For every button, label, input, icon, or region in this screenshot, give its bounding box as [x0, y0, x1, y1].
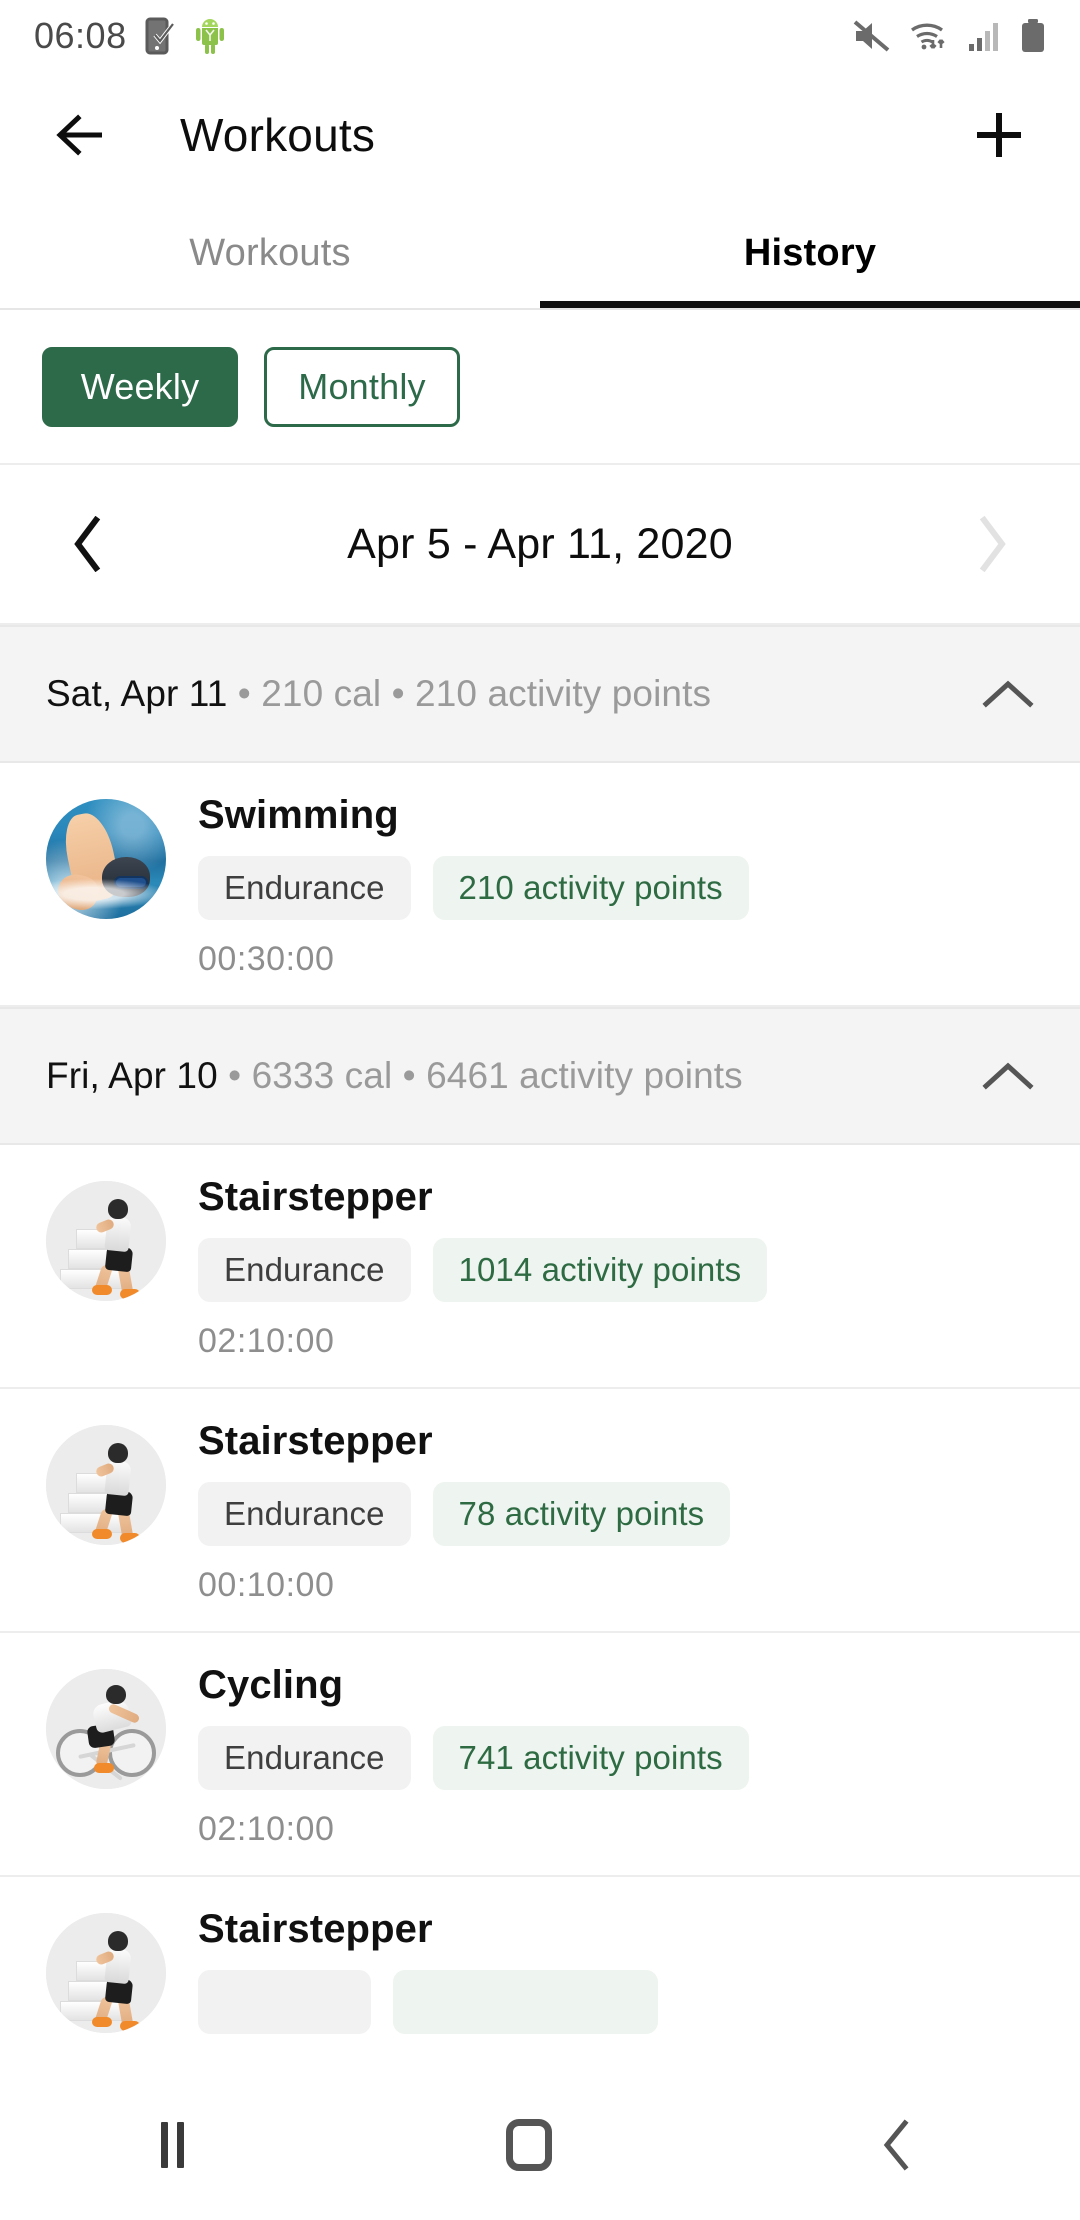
- figure-head: [108, 1931, 128, 1951]
- avatar: [46, 1913, 166, 2033]
- bicycle-wheel: [108, 1729, 156, 1777]
- workout-points-chip: 741 activity points: [432, 1726, 749, 1790]
- workout-name: Cycling: [198, 1663, 344, 1707]
- wifi-icon: [911, 23, 945, 50]
- day-header-date: Fri, Apr 10: [46, 1055, 218, 1096]
- avatar: [46, 1181, 166, 1301]
- workout-points-chip: 1014 activity points: [432, 1238, 768, 1302]
- workout-chips: Endurance 741 activity points: [198, 1726, 1034, 1790]
- day-header-date: Sat, Apr 11: [46, 673, 228, 714]
- status-bar-clock: 06:08: [34, 15, 127, 56]
- filter-monthly-button[interactable]: Monthly: [264, 346, 460, 427]
- period-filter-bar: Weekly Monthly: [0, 310, 1080, 465]
- figure-shoe: [92, 1529, 112, 1539]
- workout-type-chip: Endurance: [198, 856, 411, 920]
- day-header-text: Fri, Apr 10 • 6333 cal • 6461 activity p…: [46, 1055, 743, 1097]
- figure-shoe: [94, 1763, 114, 1773]
- chevron-up-icon: [982, 680, 1034, 708]
- workout-chips: Endurance 210 activity points: [198, 856, 1034, 920]
- battery-icon: [1022, 19, 1044, 52]
- figure-shoe: [92, 1285, 112, 1295]
- workout-details: Stairstepper Endurance 78 activity point…: [198, 1419, 1034, 1605]
- workout-points-chip: 78 activity points: [432, 1482, 731, 1546]
- workout-row-swimming[interactable]: Swimming Endurance 210 activity points 0…: [0, 763, 1080, 1007]
- workout-type-chip: Endurance: [198, 1726, 411, 1790]
- figure-shoe: [120, 1289, 140, 1299]
- workout-type-chip: Endurance: [198, 1238, 411, 1302]
- workout-row-cycling[interactable]: Cycling Endurance 741 activity points 02…: [0, 1633, 1080, 1877]
- workout-duration: 00:30:00: [198, 940, 335, 978]
- status-bar-left: 06:08: [34, 15, 227, 57]
- workout-type-chip: Endurance: [198, 1482, 411, 1546]
- workout-chips: [198, 1970, 1034, 2034]
- recents-icon[interactable]: [161, 2122, 185, 2168]
- cellular-signal-icon: [969, 23, 998, 51]
- workout-details: Stairstepper Endurance 1014 activity poi…: [198, 1175, 1034, 1361]
- figure-head: [106, 1685, 126, 1704]
- avatar: [46, 799, 166, 919]
- workout-row-stairstepper-2[interactable]: Stairstepper Endurance 78 activity point…: [0, 1389, 1080, 1633]
- workout-chips: Endurance 78 activity points: [198, 1482, 1034, 1546]
- workout-chips: Endurance 1014 activity points: [198, 1238, 1034, 1302]
- next-week-button[interactable]: [960, 516, 1024, 572]
- app-bar: Workouts: [0, 72, 1080, 198]
- figure-shoe: [92, 2017, 112, 2027]
- workout-points-chip: 210 activity points: [432, 856, 749, 920]
- mute-icon: [853, 20, 890, 52]
- avatar: [46, 1425, 166, 1545]
- back-button[interactable]: [46, 100, 116, 170]
- figure-shoe: [120, 2021, 140, 2031]
- tab-workouts[interactable]: Workouts: [0, 198, 540, 308]
- workout-name: Stairstepper: [198, 1907, 433, 1951]
- android-navigation-bar: [0, 2070, 1080, 2220]
- day-header-meta: • 6333 cal • 6461 activity points: [217, 1055, 743, 1096]
- tab-bar: Workouts History: [0, 198, 1080, 308]
- previous-week-button[interactable]: [56, 516, 120, 572]
- figure-head: [108, 1443, 128, 1463]
- day-collapse-button[interactable]: [982, 678, 1034, 710]
- back-arrow-icon: [56, 114, 102, 156]
- workout-details: Swimming Endurance 210 activity points 0…: [198, 793, 1034, 979]
- avatar: [46, 1669, 166, 1789]
- status-bar-right: [852, 18, 1046, 54]
- day-header-meta: • 210 cal • 210 activity points: [227, 673, 712, 714]
- workout-details: Stairstepper: [198, 1907, 1034, 2034]
- chevron-right-icon: [979, 516, 1006, 572]
- workout-duration: 02:10:00: [198, 1810, 335, 1848]
- workout-details: Cycling Endurance 741 activity points 02…: [198, 1663, 1034, 1849]
- workout-points-chip: [392, 1970, 658, 2034]
- back-chevron-icon[interactable]: [875, 2119, 919, 2171]
- phone-check-icon: [145, 17, 175, 55]
- workout-duration: 00:10:00: [198, 1566, 335, 1604]
- tab-active-indicator: [540, 301, 1080, 308]
- chevron-up-icon: [982, 1062, 1034, 1090]
- tab-history[interactable]: History: [540, 198, 1080, 308]
- water-foam: [46, 879, 166, 909]
- android-robot-icon: [195, 19, 224, 54]
- status-bar: 06:08: [0, 0, 1080, 72]
- day-collapse-button[interactable]: [982, 1060, 1034, 1092]
- day-header-apr-10[interactable]: Fri, Apr 10 • 6333 cal • 6461 activity p…: [0, 1007, 1080, 1145]
- figure-shoe: [120, 1533, 140, 1543]
- week-navigator: Apr 5 - Apr 11, 2020: [0, 465, 1080, 625]
- filter-weekly-button[interactable]: Weekly: [42, 346, 238, 427]
- home-icon[interactable]: [506, 2119, 553, 2171]
- workout-row-stairstepper-3[interactable]: Stairstepper: [0, 1877, 1080, 2060]
- week-range-label: Apr 5 - Apr 11, 2020: [347, 519, 733, 568]
- chevron-left-icon: [74, 516, 101, 572]
- day-header-text: Sat, Apr 11 • 210 cal • 210 activity poi…: [46, 673, 711, 715]
- plus-icon: [977, 113, 1021, 157]
- workout-name: Swimming: [198, 793, 399, 837]
- workout-duration: 02:10:00: [198, 1322, 335, 1360]
- app-screen: 06:08 Workouts Workouts History Weekly M…: [0, 0, 1080, 2220]
- page-title: Workouts: [180, 109, 376, 161]
- figure-head: [108, 1199, 128, 1219]
- add-workout-button[interactable]: [964, 100, 1034, 170]
- workout-name: Stairstepper: [198, 1175, 433, 1219]
- day-header-apr-11[interactable]: Sat, Apr 11 • 210 cal • 210 activity poi…: [0, 625, 1080, 763]
- workout-type-chip: [198, 1970, 371, 2034]
- workout-name: Stairstepper: [198, 1419, 433, 1463]
- workout-row-stairstepper-1[interactable]: Stairstepper Endurance 1014 activity poi…: [0, 1145, 1080, 1389]
